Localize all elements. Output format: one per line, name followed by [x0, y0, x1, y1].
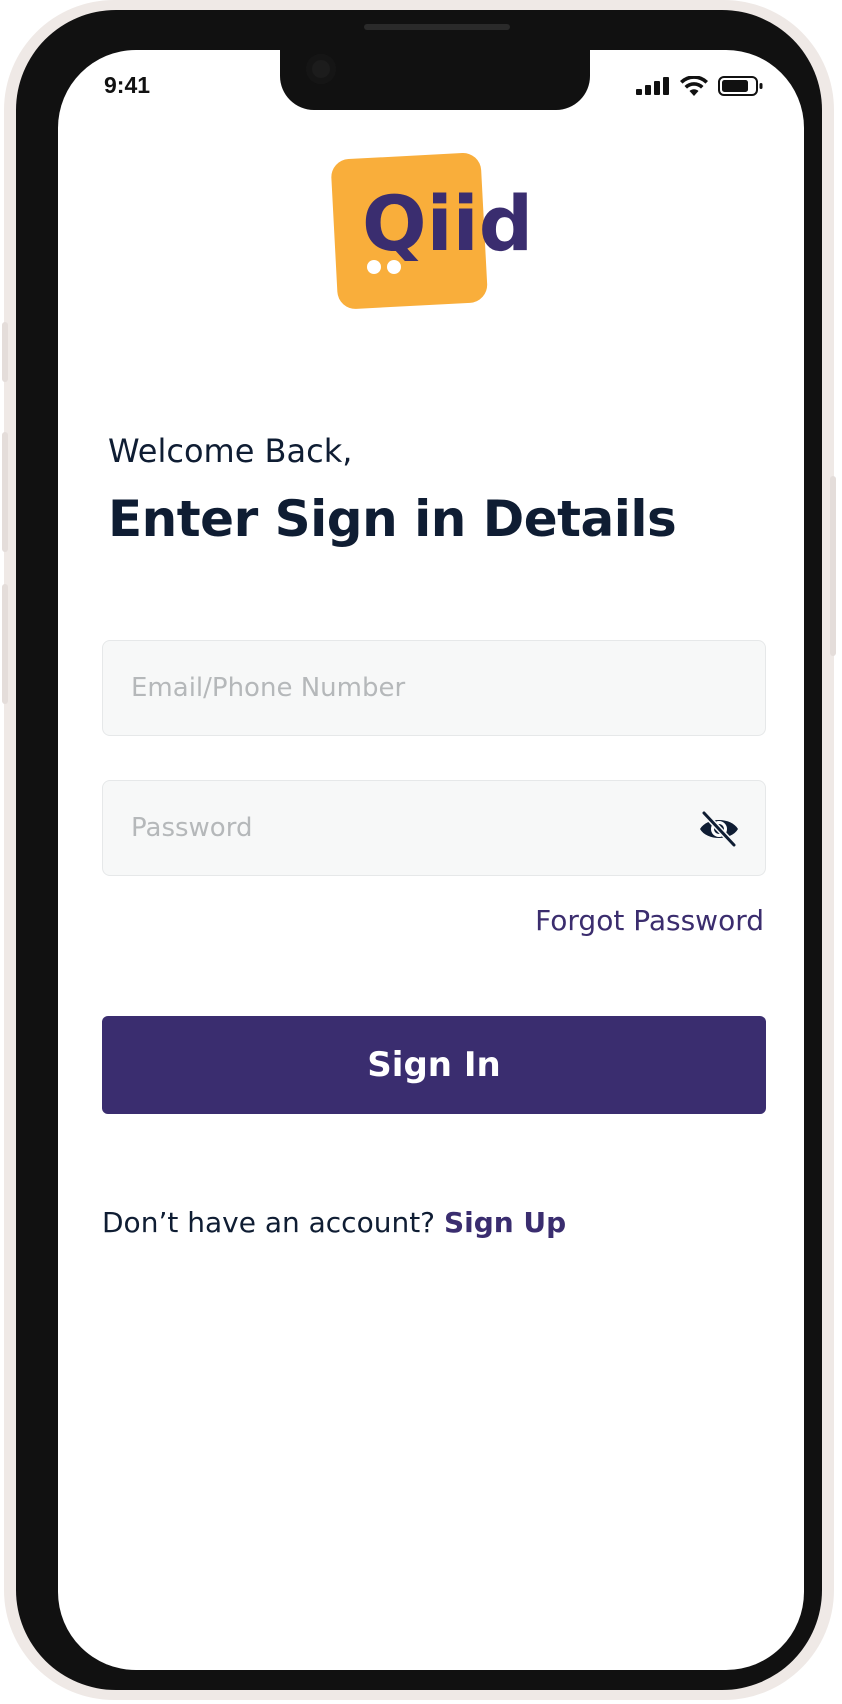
status-icons: [636, 76, 764, 96]
welcome-text: Welcome Back,: [108, 432, 353, 470]
notch: [280, 50, 590, 110]
page-title: Enter Sign in Details: [108, 490, 677, 548]
screen: 9:41 Qiid Welcome Back, Enter Sign in De…: [58, 50, 804, 1670]
power-button: [830, 476, 836, 656]
email-field[interactable]: [102, 640, 766, 736]
phone-frame: 9:41 Qiid Welcome Back, Enter Sign in De…: [2, 0, 836, 1700]
sign-up-link[interactable]: Sign Up: [444, 1206, 566, 1239]
earpiece-speaker: [364, 24, 510, 30]
signup-prompt-text: Don’t have an account?: [102, 1206, 444, 1239]
camera-icon: [306, 54, 336, 84]
status-time: 9:41: [104, 72, 151, 98]
qiid-logo: Qiid: [331, 153, 533, 309]
volume-down-button: [2, 584, 8, 704]
volume-up-button: [2, 432, 8, 552]
svg-text:Qiid: Qiid: [362, 179, 533, 268]
mute-switch: [2, 322, 8, 382]
password-field[interactable]: [102, 780, 766, 876]
sign-in-button[interactable]: Sign In: [102, 1016, 766, 1114]
forgot-password-link[interactable]: Forgot Password: [535, 904, 764, 937]
phone-bezel: 9:41 Qiid Welcome Back, Enter Sign in De…: [16, 10, 822, 1690]
signup-prompt-row: Don’t have an account? Sign Up: [102, 1206, 566, 1239]
battery-icon: [718, 76, 763, 96]
eye-off-icon[interactable]: [697, 809, 741, 849]
wifi-icon: [680, 76, 708, 96]
email-input[interactable]: [103, 641, 765, 735]
signal-icon: [636, 77, 669, 95]
password-input[interactable]: [103, 781, 765, 875]
